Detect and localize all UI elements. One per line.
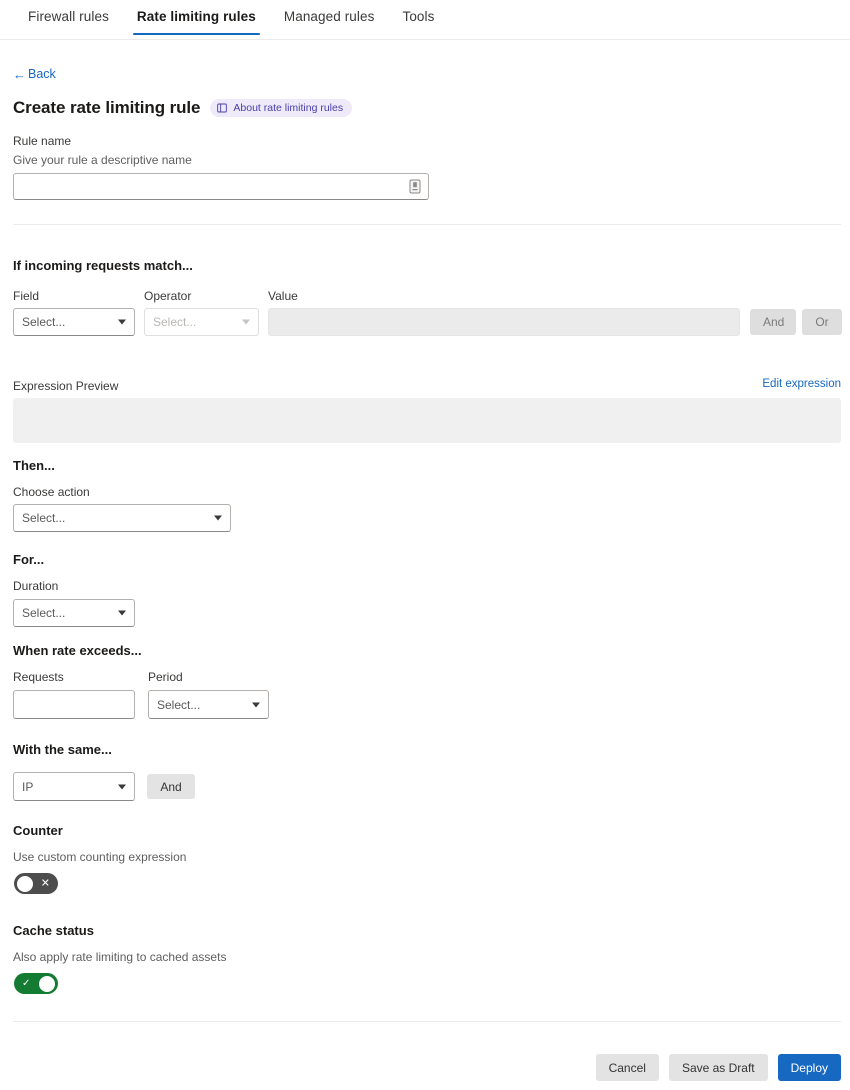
same-section-heading: With the same... bbox=[13, 742, 112, 757]
divider-above-footer bbox=[13, 1021, 841, 1022]
expression-preview-box bbox=[13, 398, 841, 443]
duration-select[interactable]: Select... bbox=[13, 599, 135, 627]
characteristic-value: IP bbox=[22, 780, 33, 794]
duration-value: Select... bbox=[22, 606, 65, 620]
tab-managed-rules[interactable]: Managed rules bbox=[270, 0, 389, 35]
save-as-draft-button[interactable]: Save as Draft bbox=[669, 1054, 768, 1081]
match-section-heading: If incoming requests match... bbox=[13, 258, 193, 273]
chevron-down-icon bbox=[118, 784, 126, 789]
book-icon bbox=[217, 103, 227, 113]
operator-label: Operator bbox=[144, 288, 191, 304]
add-characteristic-and-button[interactable]: And bbox=[147, 774, 195, 799]
edit-expression-link[interactable]: Edit expression bbox=[762, 378, 841, 390]
for-section-heading: For... bbox=[13, 552, 44, 567]
close-icon: ✕ bbox=[41, 878, 50, 889]
chevron-down-icon bbox=[118, 611, 126, 616]
chevron-down-icon bbox=[242, 320, 250, 325]
tab-rate-limiting-rules[interactable]: Rate limiting rules bbox=[123, 0, 270, 35]
cache-status-toggle-label: Also apply rate limiting to cached asset… bbox=[13, 949, 226, 965]
tab-bar: Firewall rules Rate limiting rules Manag… bbox=[0, 0, 850, 40]
toggle-knob bbox=[39, 976, 55, 992]
about-badge-label: About rate limiting rules bbox=[233, 102, 343, 114]
period-select[interactable]: Select... bbox=[148, 690, 269, 719]
operator-select[interactable]: Select... bbox=[144, 308, 259, 336]
tab-label: Firewall rules bbox=[28, 9, 109, 24]
value-label: Value bbox=[268, 288, 298, 304]
back-link[interactable]: ← Back bbox=[13, 67, 56, 81]
back-arrow-icon: ← bbox=[13, 68, 26, 81]
tab-tools[interactable]: Tools bbox=[388, 0, 448, 35]
counter-section-heading: Counter bbox=[13, 823, 63, 838]
about-rate-limiting-rules-badge[interactable]: About rate limiting rules bbox=[210, 99, 352, 117]
operator-select-value: Select... bbox=[153, 315, 196, 329]
characteristic-select[interactable]: IP bbox=[13, 772, 135, 801]
cancel-button[interactable]: Cancel bbox=[596, 1054, 659, 1081]
expression-preview-label: Expression Preview bbox=[13, 378, 118, 394]
page-title: Create rate limiting rule bbox=[13, 98, 200, 118]
requests-input[interactable] bbox=[13, 690, 135, 719]
rule-name-input[interactable] bbox=[13, 173, 429, 200]
duration-label: Duration bbox=[13, 578, 58, 594]
tab-label: Rate limiting rules bbox=[137, 9, 256, 24]
chevron-down-icon bbox=[214, 516, 222, 521]
then-section-heading: Then... bbox=[13, 458, 55, 473]
choose-action-value: Select... bbox=[22, 511, 65, 525]
or-condition-button[interactable]: Or bbox=[802, 309, 842, 335]
choose-action-label: Choose action bbox=[13, 484, 90, 500]
chevron-down-icon bbox=[252, 702, 260, 707]
chevron-down-icon bbox=[118, 320, 126, 325]
period-value: Select... bbox=[157, 698, 200, 712]
rate-limiting-rule-page: Firewall rules Rate limiting rules Manag… bbox=[0, 0, 850, 1090]
back-label: Back bbox=[28, 67, 56, 81]
check-icon: ✓ bbox=[22, 979, 30, 989]
counter-toggle-label: Use custom counting expression bbox=[13, 849, 186, 865]
requests-label: Requests bbox=[13, 669, 64, 685]
field-select[interactable]: Select... bbox=[13, 308, 135, 336]
cache-status-section-heading: Cache status bbox=[13, 923, 94, 938]
rule-name-label: Rule name bbox=[13, 133, 71, 149]
cache-status-toggle[interactable]: ✓ bbox=[14, 973, 58, 994]
tab-label: Managed rules bbox=[284, 9, 375, 24]
and-condition-button[interactable]: And bbox=[750, 309, 796, 335]
tab-label: Tools bbox=[402, 9, 434, 24]
footer-actions: Cancel Save as Draft Deploy bbox=[13, 1054, 841, 1081]
rate-section-heading: When rate exceeds... bbox=[13, 643, 142, 658]
period-label: Period bbox=[148, 669, 183, 685]
rule-name-description: Give your rule a descriptive name bbox=[13, 152, 192, 168]
choose-action-select[interactable]: Select... bbox=[13, 504, 231, 532]
title-row: Create rate limiting rule About rate lim… bbox=[13, 98, 352, 118]
field-label: Field bbox=[13, 288, 39, 304]
tab-firewall-rules[interactable]: Firewall rules bbox=[14, 0, 123, 35]
deploy-button[interactable]: Deploy bbox=[778, 1054, 841, 1081]
toggle-knob bbox=[17, 876, 33, 892]
divider-after-rule-name bbox=[13, 224, 841, 225]
field-select-value: Select... bbox=[22, 315, 65, 329]
expression-preview-value bbox=[13, 398, 841, 414]
value-input[interactable] bbox=[268, 308, 740, 336]
custom-counting-expression-toggle[interactable]: ✕ bbox=[14, 873, 58, 894]
